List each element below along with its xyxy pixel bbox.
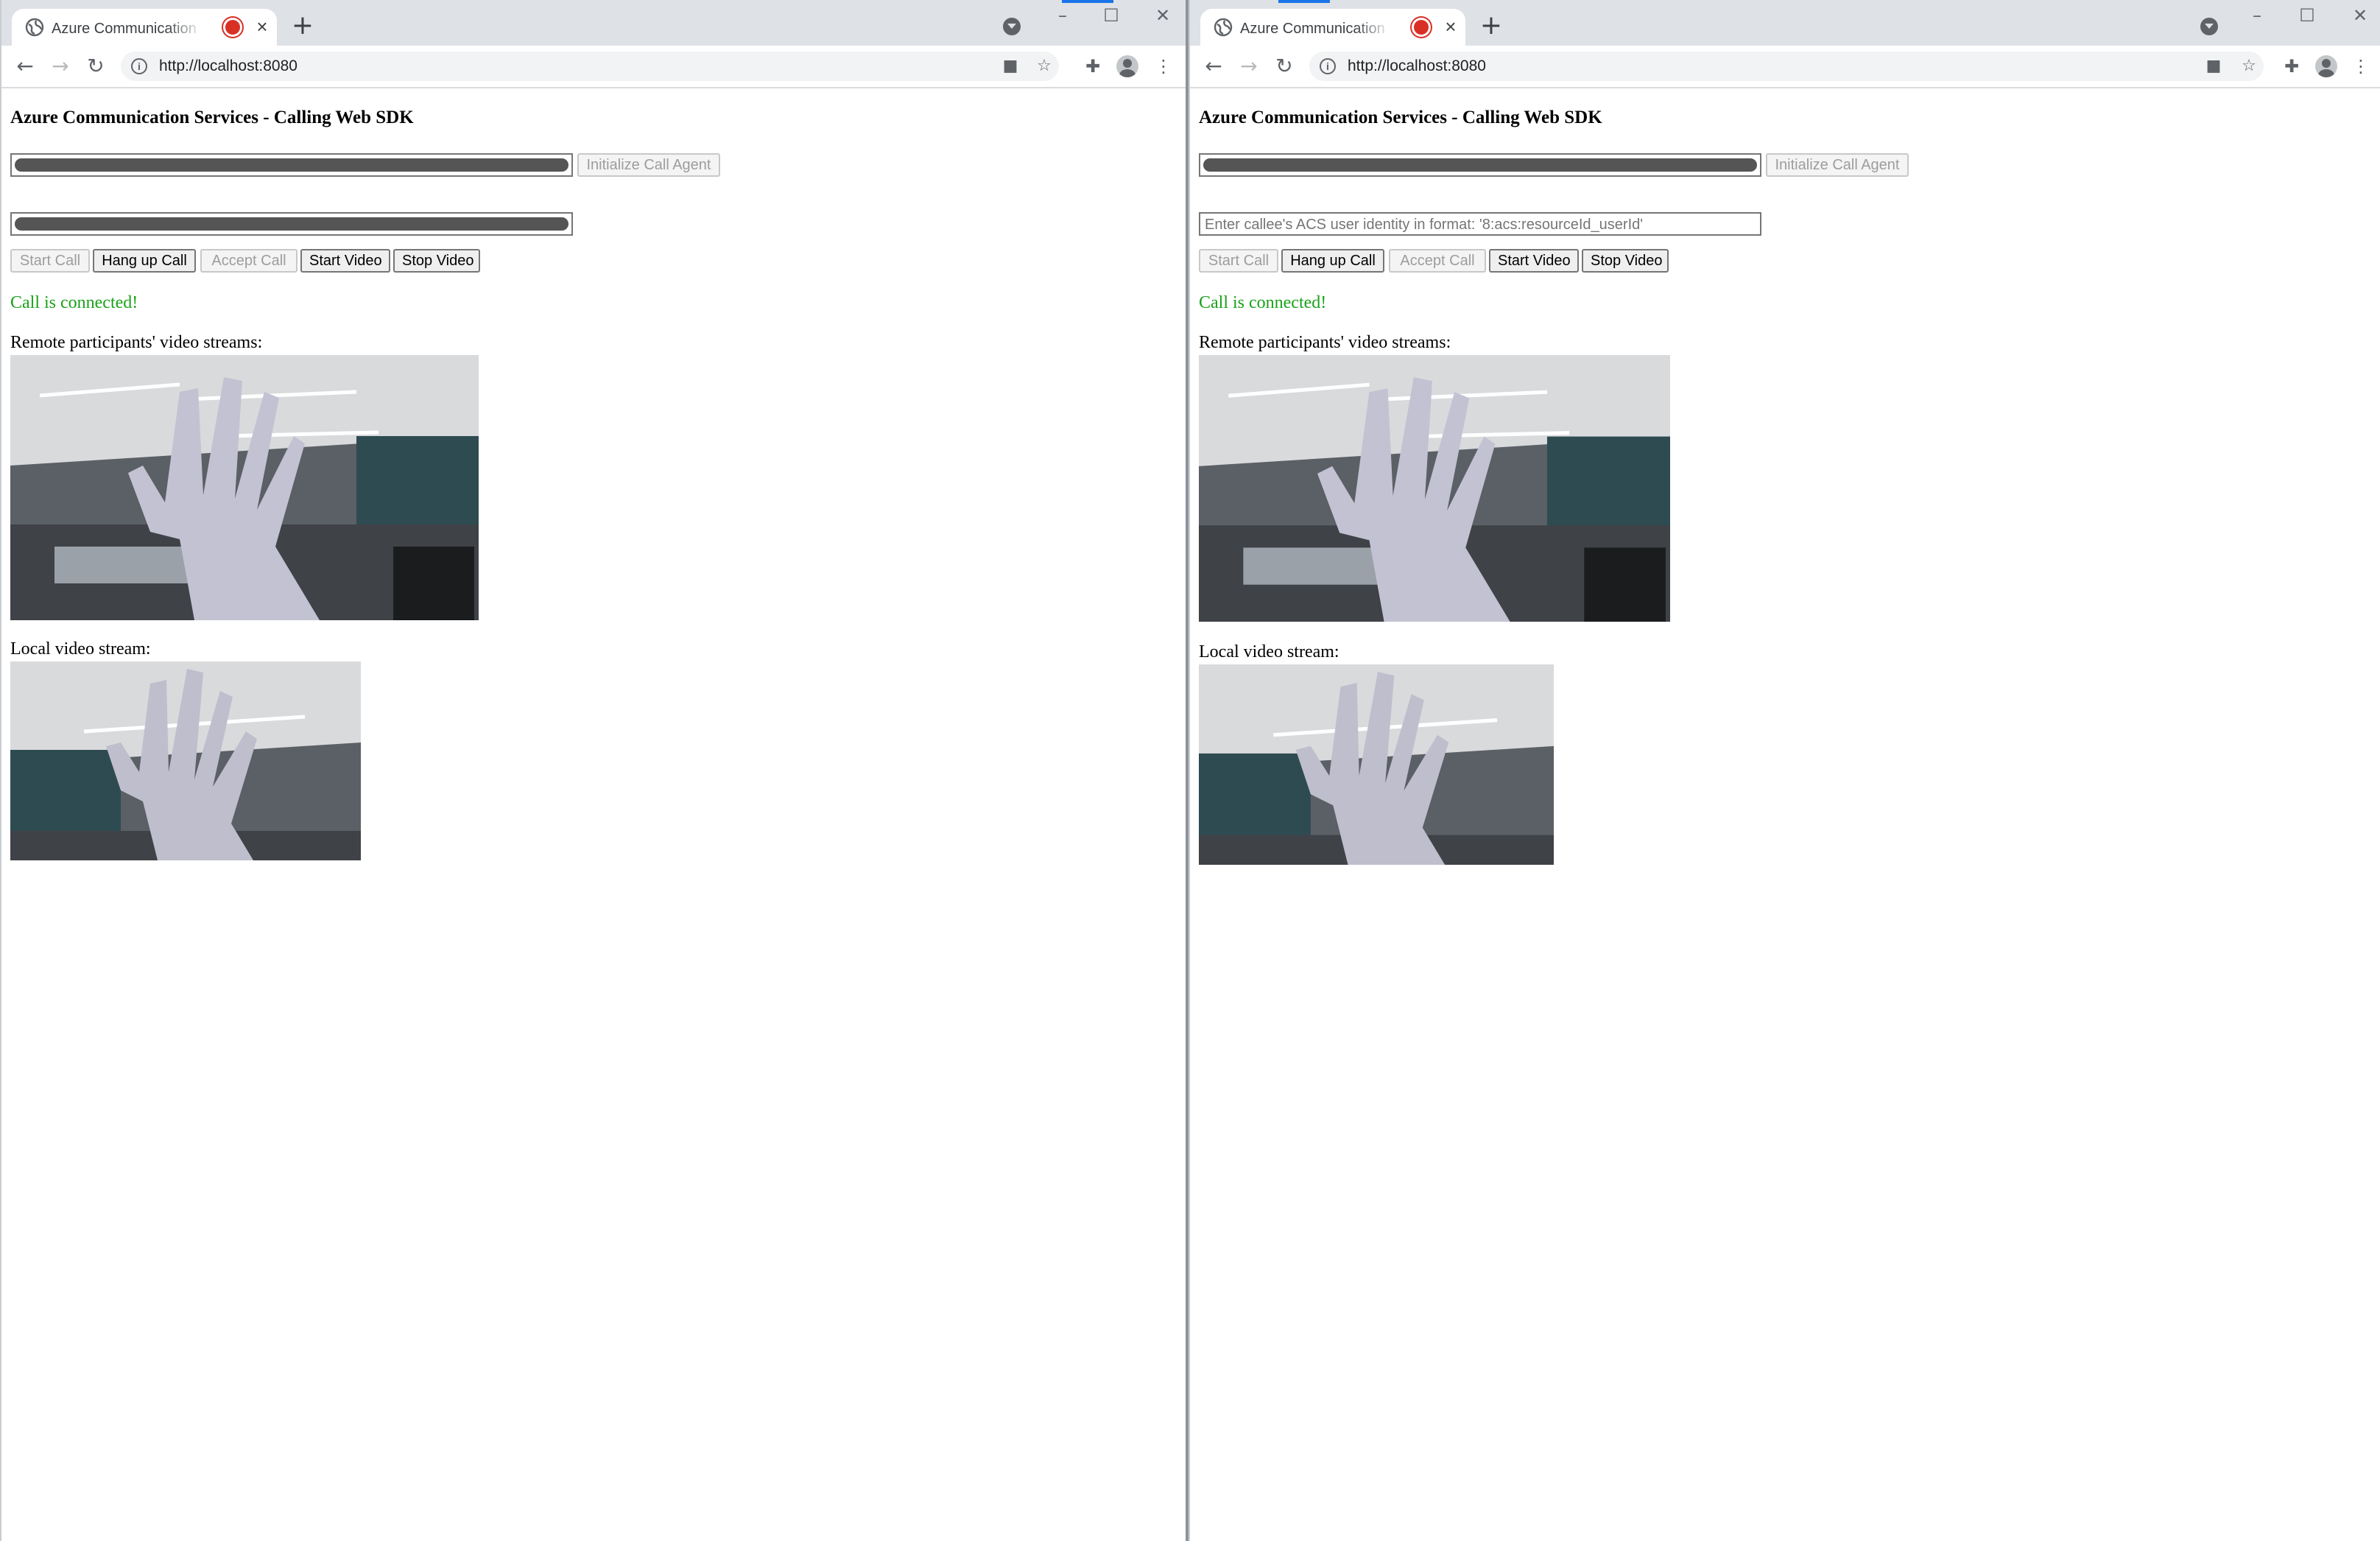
address-bar[interactable]: i http://localhost:8080 ■ ☆ xyxy=(1309,52,2264,81)
page-title: Azure Communication Services - Calling W… xyxy=(1199,108,1602,127)
close-icon[interactable]: × xyxy=(1440,16,1461,37)
camera-icon[interactable]: ■ xyxy=(2203,56,2224,77)
accept-call-button[interactable]: Accept Call xyxy=(200,249,298,273)
start-video-button[interactable]: Start Video xyxy=(1489,249,1579,273)
redacted-value xyxy=(15,217,568,231)
local-stream-label: Local video stream: xyxy=(10,639,151,659)
menu-icon[interactable]: ⋮ xyxy=(2349,55,2373,78)
callee-input[interactable] xyxy=(10,212,573,236)
browser-toolbar: ← → ↻ i http://localhost:8080 ■ ☆ ✚ ⋮ xyxy=(1,46,1186,88)
globe-icon xyxy=(25,18,44,37)
tab-search-icon[interactable] xyxy=(2200,18,2218,35)
globe-icon xyxy=(1214,18,1233,37)
star-icon[interactable]: ☆ xyxy=(2239,56,2259,77)
page-title: Azure Communication Services - Calling W… xyxy=(10,108,414,127)
start-video-button[interactable]: Start Video xyxy=(300,249,390,273)
reload-icon[interactable]: ↻ xyxy=(82,53,109,80)
new-tab-icon[interactable]: + xyxy=(290,13,315,39)
camera-icon[interactable]: ■ xyxy=(1000,56,1021,77)
local-stream-label: Local video stream: xyxy=(1199,642,1339,661)
tab-strip: Azure Communication Servic × + – ☐ ✕ xyxy=(1,0,1186,46)
hang-up-call-button[interactable]: Hang up Call xyxy=(1281,249,1384,273)
browser-toolbar: ← → ↻ i http://localhost:8080 ■ ☆ ✚ ⋮ xyxy=(1190,46,2380,88)
accept-call-button[interactable]: Accept Call xyxy=(1389,249,1486,273)
info-icon[interactable]: i xyxy=(131,58,147,74)
minimize-icon[interactable]: – xyxy=(2245,3,2270,28)
token-input[interactable] xyxy=(10,153,573,177)
redacted-value xyxy=(15,158,568,172)
start-call-button[interactable]: Start Call xyxy=(1199,249,1278,273)
tab-strip: Azure Communication Servic × + – ☐ ✕ xyxy=(1190,0,2380,46)
recording-icon xyxy=(225,20,240,35)
tab-title-fade xyxy=(166,16,203,38)
stop-video-button[interactable]: Stop Video xyxy=(1582,249,1669,273)
start-call-button[interactable]: Start Call xyxy=(10,249,90,273)
tab-search-icon[interactable] xyxy=(1003,18,1021,35)
local-video-stream xyxy=(1199,664,1554,865)
extensions-icon[interactable]: ✚ xyxy=(1081,55,1105,78)
forward-icon[interactable]: → xyxy=(1236,53,1262,80)
remote-video-stream xyxy=(10,355,479,620)
call-status: Call is connected! xyxy=(10,293,138,312)
url-text: http://localhost:8080 xyxy=(159,57,298,74)
page-content: Azure Communication Services - Calling W… xyxy=(10,90,1186,1541)
token-input[interactable] xyxy=(1199,153,1761,177)
call-status: Call is connected! xyxy=(1199,293,1327,312)
callee-input[interactable]: Enter callee's ACS user identity in form… xyxy=(1199,212,1761,236)
forward-icon[interactable]: → xyxy=(47,53,74,80)
back-icon[interactable]: ← xyxy=(12,53,38,80)
remote-streams-label: Remote participants' video streams: xyxy=(1199,333,1451,352)
profile-icon[interactable] xyxy=(1116,55,1138,77)
window-accent xyxy=(1062,0,1113,3)
redacted-value xyxy=(1203,158,1757,172)
maximize-icon[interactable]: ☐ xyxy=(2295,3,2320,28)
profile-icon[interactable] xyxy=(2315,55,2337,77)
window-close-icon[interactable]: ✕ xyxy=(1150,3,1175,28)
stop-video-button[interactable]: Stop Video xyxy=(393,249,480,273)
browser-tab[interactable]: Azure Communication Servic × xyxy=(1200,9,1465,46)
remote-video-stream xyxy=(1199,355,1670,622)
menu-icon[interactable]: ⋮ xyxy=(1152,55,1175,78)
window-close-icon[interactable]: ✕ xyxy=(2348,3,2373,28)
callee-input-placeholder: Enter callee's ACS user identity in form… xyxy=(1205,217,1644,233)
address-bar[interactable]: i http://localhost:8080 ■ ☆ xyxy=(121,52,1059,81)
maximize-icon[interactable]: ☐ xyxy=(1099,3,1124,28)
remote-streams-label: Remote participants' video streams: xyxy=(10,333,263,352)
browser-window-right: Azure Communication Servic × + – ☐ ✕ ← →… xyxy=(1189,0,2380,1541)
browser-tab[interactable]: Azure Communication Servic × xyxy=(12,9,277,46)
reload-icon[interactable]: ↻ xyxy=(1271,53,1298,80)
info-icon[interactable]: i xyxy=(1320,58,1336,74)
new-tab-icon[interactable]: + xyxy=(1479,13,1504,39)
local-video-stream xyxy=(10,661,361,860)
back-icon[interactable]: ← xyxy=(1200,53,1227,80)
initialize-call-agent-button[interactable]: Initialize Call Agent xyxy=(1766,153,1909,177)
recording-icon xyxy=(1414,20,1429,35)
hang-up-call-button[interactable]: Hang up Call xyxy=(93,249,196,273)
window-accent xyxy=(1278,0,1330,3)
browser-window-left: Azure Communication Servic × + – ☐ ✕ ← →… xyxy=(0,0,1186,1541)
page-content: Azure Communication Services - Calling W… xyxy=(1199,90,2380,1541)
initialize-call-agent-button[interactable]: Initialize Call Agent xyxy=(577,153,720,177)
url-text: http://localhost:8080 xyxy=(1348,57,1486,74)
star-icon[interactable]: ☆ xyxy=(1034,56,1055,77)
extensions-icon[interactable]: ✚ xyxy=(2280,55,2303,78)
tab-title-fade xyxy=(1355,16,1392,38)
minimize-icon[interactable]: – xyxy=(1050,3,1075,28)
close-icon[interactable]: × xyxy=(252,16,272,37)
